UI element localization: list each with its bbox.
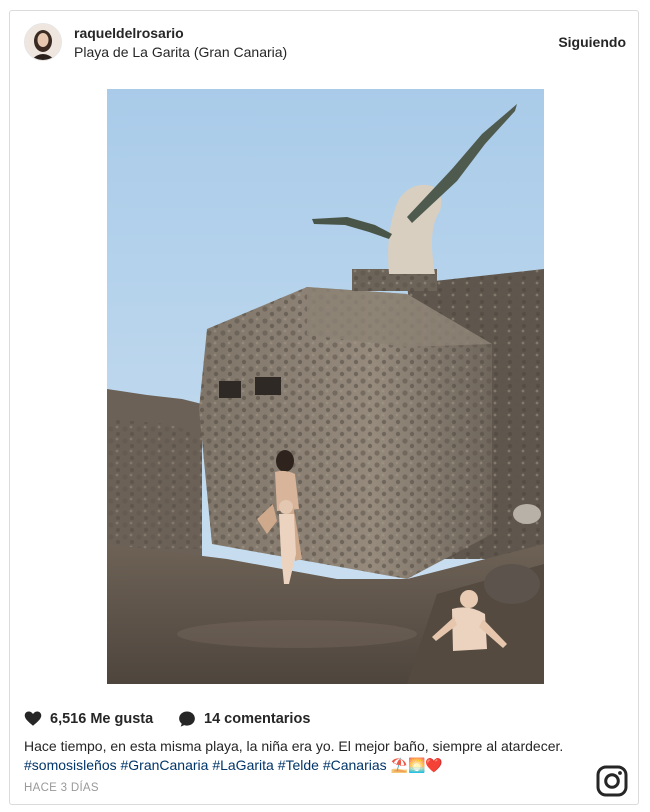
post-caption: Hace tiempo, en esta misma playa, la niñ… (24, 737, 584, 775)
post-timestamp[interactable]: HACE 3 DÍAS (24, 782, 99, 794)
post-actions: 6,516 Me gusta 14 comentarios (24, 710, 624, 732)
post-header: raqueldelrosario Playa de La Garita (Gra… (24, 23, 626, 67)
avatar-photo (25, 24, 61, 60)
caption-text: Hace tiempo, en esta misma playa, la niñ… (24, 738, 564, 754)
post-location[interactable]: Playa de La Garita (Gran Canaria) (74, 44, 287, 60)
comment-bubble-icon (179, 711, 195, 727)
likes-count: 6,516 Me gusta (50, 711, 154, 727)
avatar[interactable] (24, 23, 62, 61)
heart-icon (24, 711, 42, 726)
post-photo[interactable] (107, 89, 544, 684)
comments-count: 14 comentarios (204, 711, 311, 727)
comments-button[interactable]: 14 comentarios (178, 710, 310, 728)
caption-emoji: ⛱️🌅❤️ (386, 757, 443, 773)
beach-photo (107, 89, 544, 684)
instagram-embed-card: raqueldelrosario Playa de La Garita (Gra… (9, 10, 639, 805)
instagram-icon (596, 765, 628, 797)
caption-hashtags[interactable]: #somosisleños #GranCanaria #LaGarita #Te… (24, 757, 387, 773)
post-username[interactable]: raqueldelrosario (74, 25, 184, 41)
instagram-logo-link[interactable] (596, 765, 628, 797)
following-button[interactable]: Siguiendo (558, 34, 626, 50)
like-button[interactable]: 6,516 Me gusta (24, 710, 153, 728)
